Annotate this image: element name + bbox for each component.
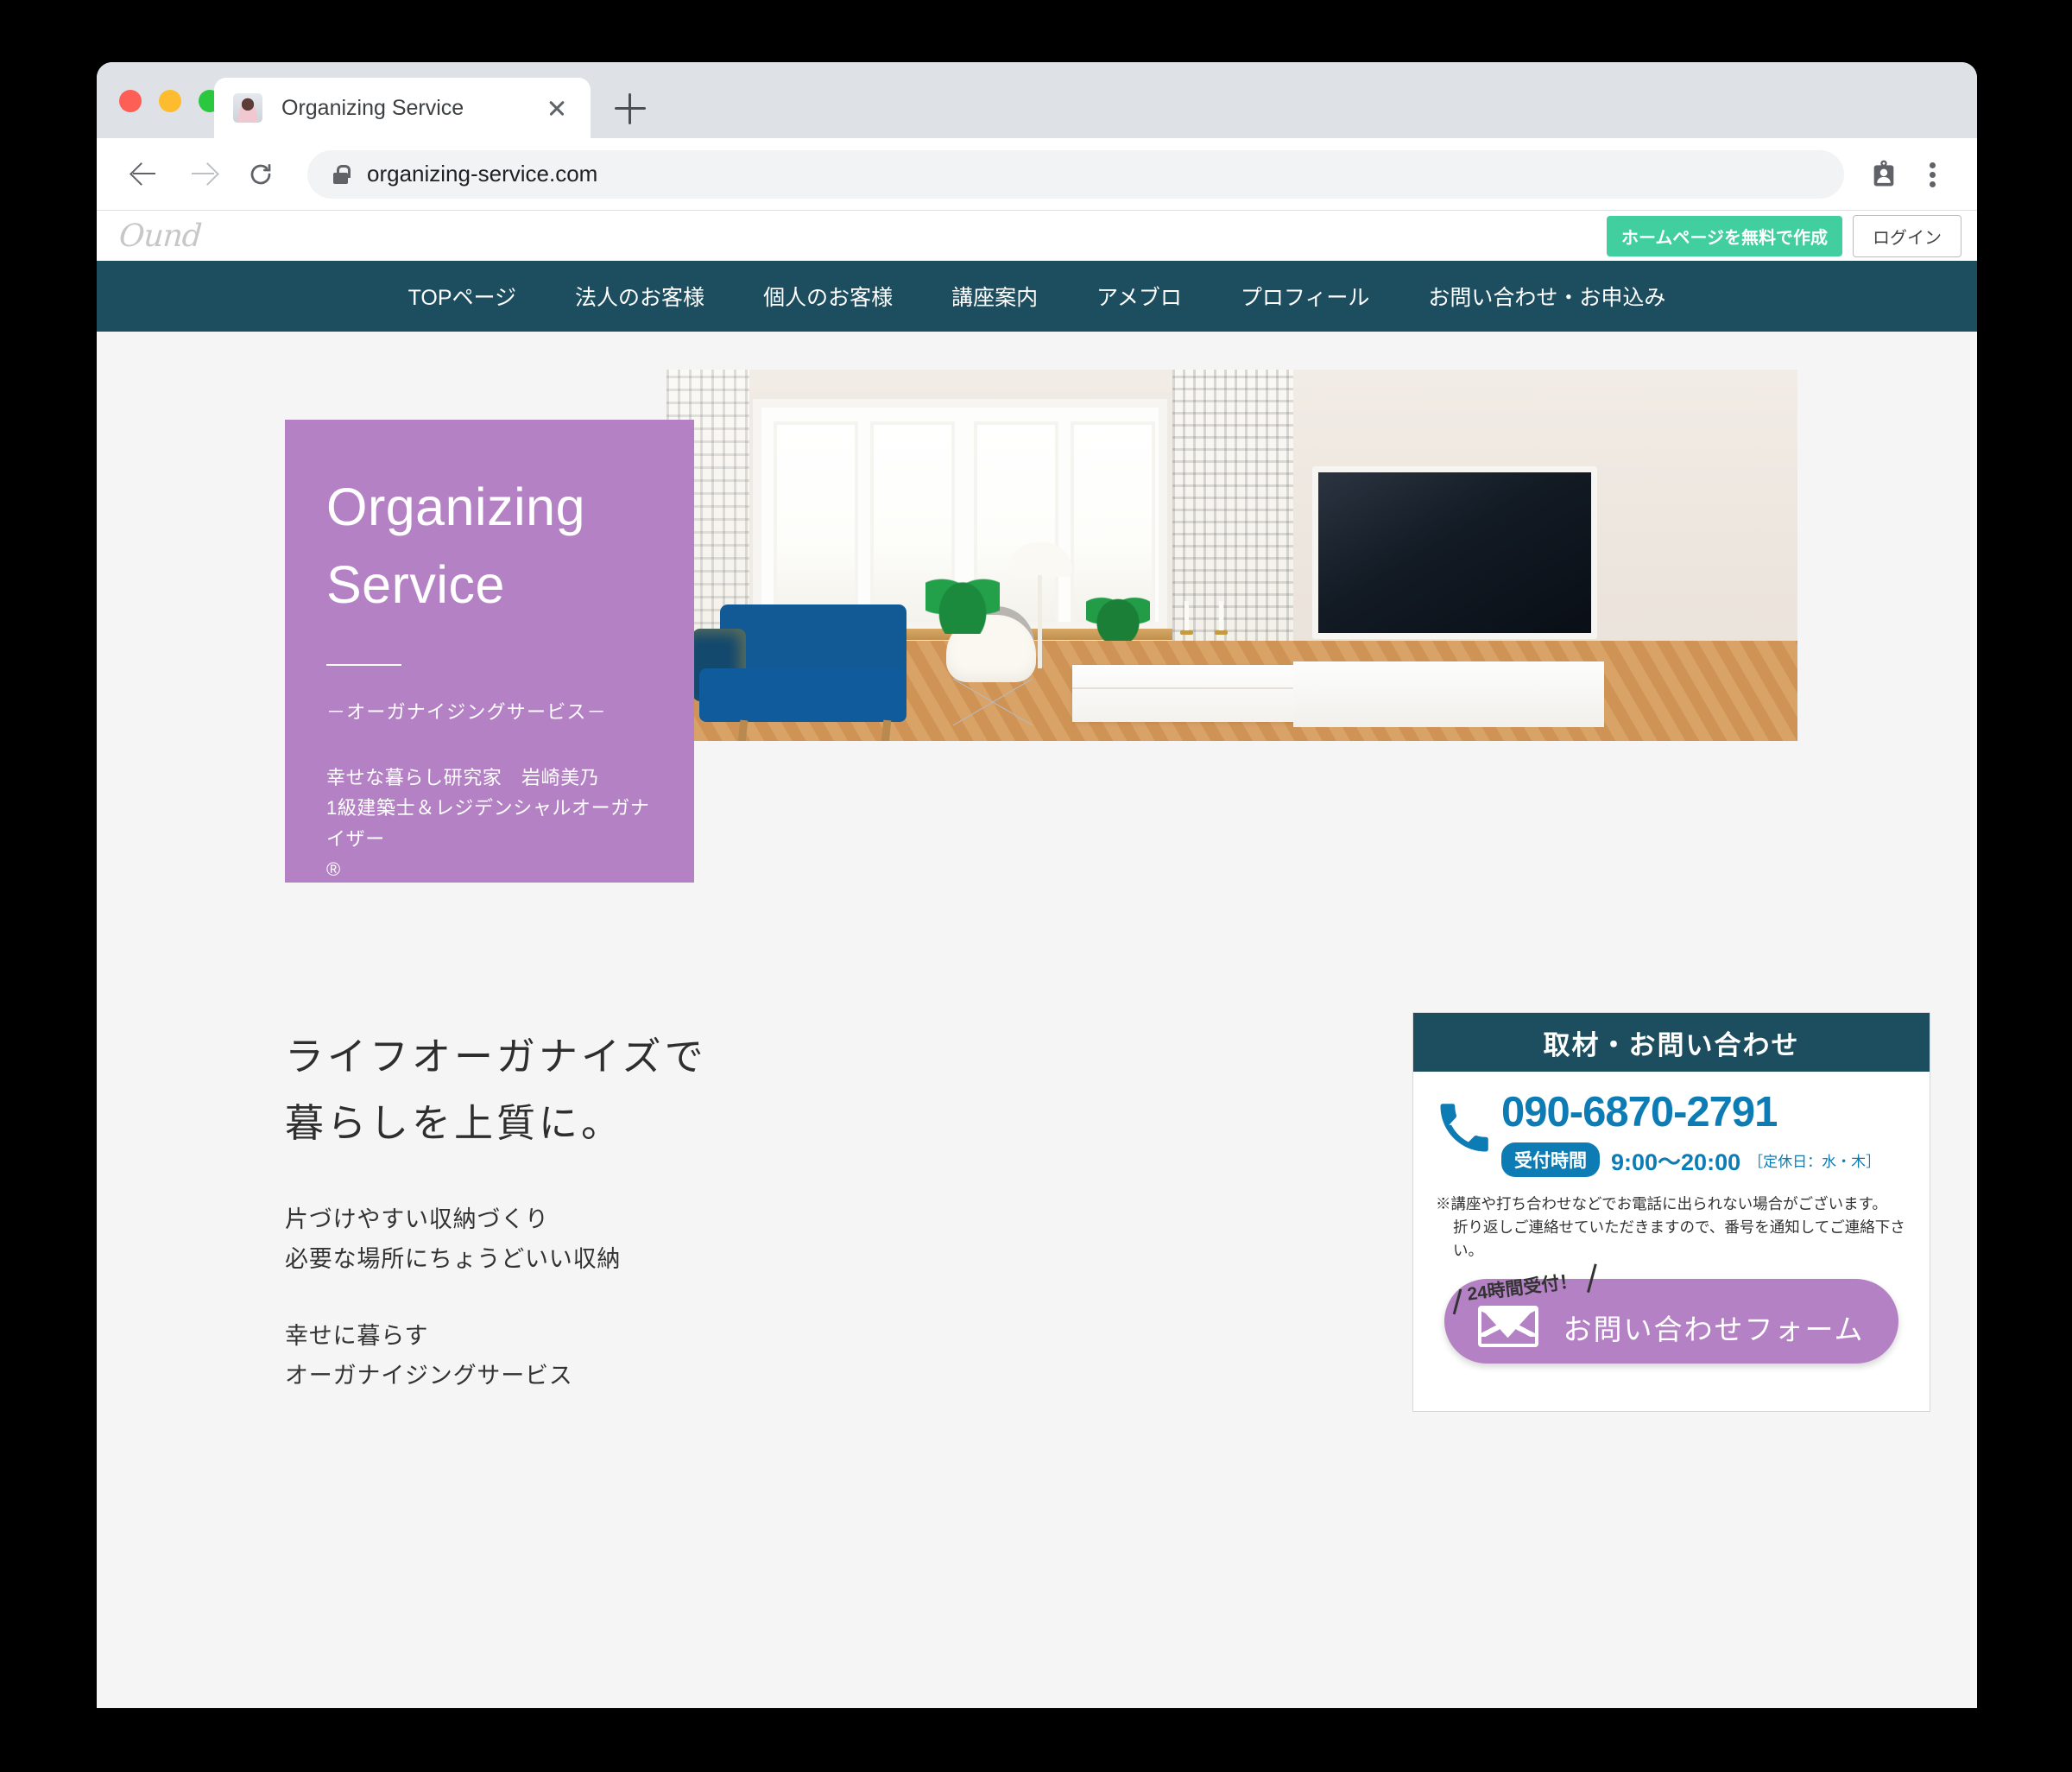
body-line2: 必要な場所にちょうどいい収納 — [285, 1246, 622, 1272]
candle-holder — [1215, 601, 1228, 635]
sofa-leg — [881, 719, 892, 741]
candle-holder — [1180, 601, 1193, 635]
ound-service-bar: Ound ホームページを無料で作成 ログイン — [97, 211, 1977, 261]
envelope-icon — [1478, 1306, 1539, 1348]
browser-window: Organizing Service organizing-service.co… — [97, 62, 1977, 1708]
phone-icon — [1436, 1091, 1501, 1161]
living-room-interior-photo — [666, 370, 1797, 741]
create-homepage-button[interactable]: ホームページを無料で作成 — [1607, 215, 1842, 256]
hero-desc-line1: 幸せな暮らし研究家 岩崎美乃 — [326, 766, 600, 788]
hero-title-line1: Organizing — [326, 478, 585, 536]
phone-details: 090-6870-2791 受付時間 9:00〜20:00 ［定休日：水・木］ — [1501, 1090, 1907, 1178]
web-page: Ound ホームページを無料で作成 ログイン TOPページ 法人のお客様 個人の… — [97, 211, 1977, 1708]
contact-card: 取材・お問い合わせ 090-6870-2791 受付時間 9:00〜20:00 … — [1412, 1012, 1930, 1412]
lead-line1: ライフオーガナイズで — [285, 1035, 707, 1079]
divider — [326, 663, 401, 666]
site-favicon-portrait-icon — [233, 93, 262, 123]
back-arrow-icon[interactable] — [119, 150, 167, 199]
contact-form-button[interactable]: 24時間受付！ お問い合わせフォーム — [1444, 1271, 1898, 1364]
ound-logo[interactable]: Ound — [118, 218, 203, 254]
three-dot-menu-icon[interactable] — [1908, 150, 1956, 199]
sofa-seat — [699, 668, 906, 722]
url-text: organizing-service.com — [367, 161, 598, 187]
reload-icon[interactable] — [237, 150, 285, 199]
hours-label: 受付時間 — [1501, 1142, 1600, 1178]
close-icon[interactable] — [542, 93, 572, 123]
site-navigation: TOPページ 法人のお客様 個人のお客様 講座案内 アメブロ プロフィール お問… — [97, 261, 1977, 332]
hours-time: 9:00〜20:00 — [1611, 1149, 1741, 1175]
nav-item-courses[interactable]: 講座案内 — [922, 281, 1067, 312]
hero-desc-line2: 1級建築士＆レジデンシャルオーガナイザー — [326, 797, 650, 850]
hours-row: 受付時間 9:00〜20:00 ［定休日：水・木］ — [1501, 1142, 1907, 1178]
close-window-button[interactable] — [119, 90, 142, 112]
body-copy: 片づけやすい収納づくり 必要な場所にちょうどいい収納 幸せに暮らす オーガナイジ… — [285, 1208, 621, 1404]
nav-item-contact[interactable]: お問い合わせ・お申込み — [1399, 281, 1695, 312]
lead-line2: 暮らしを上質に。 — [285, 1102, 624, 1146]
blue-sofa — [691, 594, 906, 741]
plus-icon[interactable] — [615, 93, 646, 124]
contact-form-label: お問い合わせフォーム — [1563, 1313, 1865, 1346]
contact-notice: ※講座や打ち合わせなどでお電話に出られない場合がございます。 折り返しご連絡せて… — [1436, 1193, 1907, 1262]
lock-icon — [333, 164, 351, 184]
phone-row: 090-6870-2791 受付時間 9:00〜20:00 ［定休日：水・木］ — [1436, 1090, 1907, 1178]
hero-desc-line3: ® — [326, 858, 341, 881]
floor-lamp — [1008, 542, 1072, 672]
notice-line1: ※講座や打ち合わせなどでお電話に出られない場合がございます。 — [1436, 1195, 1887, 1213]
phone-number[interactable]: 090-6870-2791 — [1501, 1090, 1907, 1135]
sofa-leg — [737, 719, 749, 741]
lamp-shade — [1008, 542, 1072, 577]
nav-item-ameblo[interactable]: アメブロ — [1067, 281, 1211, 312]
nav-item-top[interactable]: TOPページ — [379, 281, 546, 312]
nav-item-corporate[interactable]: 法人のお客様 — [546, 281, 734, 312]
contact-card-header: 取材・お問い合わせ — [1413, 1013, 1930, 1072]
closed-days: ［定休日：水・木］ — [1748, 1153, 1881, 1170]
chair-legs — [953, 679, 1033, 725]
browser-tab-strip: Organizing Service — [97, 62, 1977, 138]
contact-card-body: 090-6870-2791 受付時間 9:00〜20:00 ［定休日：水・木］ … — [1413, 1072, 1930, 1364]
tab-title: Organizing Service — [281, 95, 464, 120]
tv-stand — [1293, 661, 1604, 727]
lamp-pole — [1038, 575, 1042, 668]
hero-subtitle: －オーガナイジングサービス－ — [326, 700, 607, 723]
body-line1: 片づけやすい収納づくり — [285, 1206, 549, 1232]
nav-item-individual[interactable]: 個人のお客様 — [734, 281, 922, 312]
white-cabinet — [1072, 665, 1297, 722]
television — [1312, 466, 1597, 639]
hero-card: Organizing Service －オーガナイジングサービス－ 幸せな暮らし… — [285, 420, 694, 883]
intro-section: ライフオーガナイズで 暮らしを上質に。 片づけやすい収納づくり 必要な場所にちょ… — [97, 988, 1977, 1471]
lead-copy: ライフオーガナイズで 暮らしを上質に。 — [285, 1024, 707, 1158]
address-bar[interactable]: organizing-service.com — [307, 149, 1844, 199]
24h-badge: 24時間受付！ — [1466, 1268, 1579, 1307]
body-line3: 幸せに暮らす — [285, 1323, 429, 1349]
envelope-flap — [1480, 1307, 1537, 1338]
hero-section: Organizing Service －オーガナイジングサービス－ 幸せな暮らし… — [97, 332, 1977, 988]
window-traffic-lights — [119, 90, 221, 112]
hero-title-line2: Service — [326, 555, 505, 615]
nav-item-profile[interactable]: プロフィール — [1211, 281, 1399, 312]
forward-arrow-icon[interactable] — [178, 150, 226, 199]
browser-toolbar: organizing-service.com — [97, 138, 1977, 211]
notice-line2: 折り返しご連絡せていただきますので、番号を通知してご連絡下さい。 — [1453, 1218, 1905, 1259]
login-button[interactable]: ログイン — [1853, 214, 1961, 257]
browser-tab[interactable]: Organizing Service — [214, 78, 591, 138]
minimize-window-button[interactable] — [159, 90, 181, 112]
monstera-plant — [925, 565, 1000, 634]
profile-card-icon[interactable] — [1860, 150, 1908, 199]
fern-plant — [1086, 587, 1150, 641]
body-line4: オーガナイジングサービス — [285, 1363, 573, 1389]
room-scene — [666, 370, 1797, 741]
